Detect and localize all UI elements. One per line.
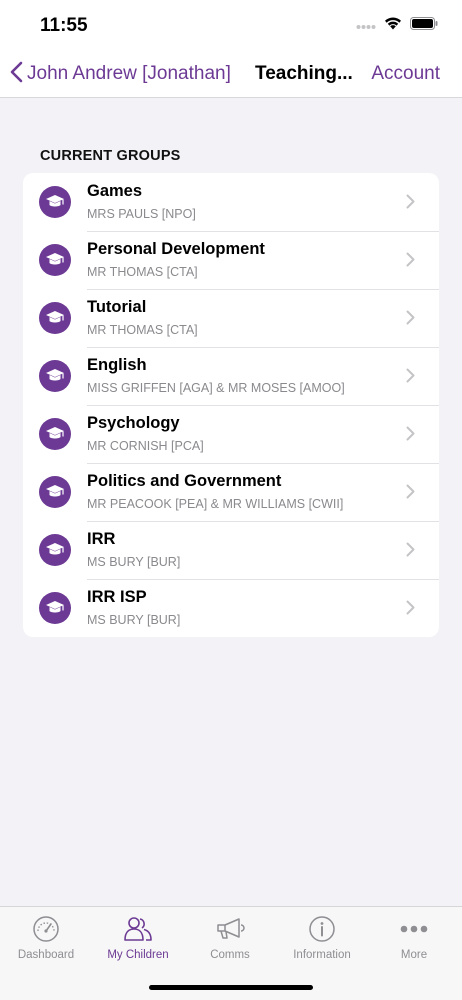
group-teachers: MRS PAULS [NPO] [87, 207, 196, 221]
page-title: Teaching... [255, 63, 353, 84]
group-row[interactable]: Psychology MR CORNISH [PCA] [23, 405, 439, 463]
tab-information[interactable]: Information [276, 915, 368, 971]
graduation-cap-icon [39, 360, 71, 392]
group-row[interactable]: English MISS GRIFFEN [AGA] & MR MOSES [AM… [23, 347, 439, 405]
more-icon [368, 915, 460, 943]
group-row[interactable]: Tutorial MR THOMAS [CTA] [23, 289, 439, 347]
cellular-signal-icon [356, 17, 376, 35]
group-teachers: MISS GRIFFEN [AGA] & MR MOSES [AMOO] [87, 381, 345, 395]
back-button-label: John Andrew [Jonathan] [27, 63, 231, 84]
battery-icon [410, 16, 438, 35]
group-title: Politics and Government [87, 472, 282, 490]
section-header-current-groups: CURRENT GROUPS [40, 148, 181, 164]
group-teachers: MS BURY [BUR] [87, 613, 181, 627]
group-title: Psychology [87, 414, 180, 432]
group-row[interactable]: IRR ISP MS BURY [BUR] [23, 579, 439, 637]
wifi-icon [384, 16, 402, 35]
graduation-cap-icon [39, 418, 71, 450]
speedometer-icon [0, 915, 92, 943]
graduation-cap-icon [39, 592, 71, 624]
group-teachers: MS BURY [BUR] [87, 555, 181, 569]
status-icons [356, 16, 438, 35]
megaphone-icon [184, 915, 276, 943]
group-teachers: MR THOMAS [CTA] [87, 323, 198, 337]
graduation-cap-icon [39, 302, 71, 334]
group-row[interactable]: IRR MS BURY [BUR] [23, 521, 439, 579]
graduation-cap-icon [39, 244, 71, 276]
graduation-cap-icon [39, 476, 71, 508]
tab-comms[interactable]: Comms [184, 915, 276, 971]
navigation-bar: John Andrew [Jonathan] Teaching... Accou… [0, 50, 462, 98]
info-icon [276, 915, 368, 943]
tab-my-children-label: My Children [107, 949, 169, 961]
graduation-cap-icon [39, 534, 71, 566]
group-teachers: MR THOMAS [CTA] [87, 265, 198, 279]
back-button[interactable]: John Andrew [Jonathan] [10, 60, 231, 88]
group-title: Tutorial [87, 298, 147, 316]
group-title: Games [87, 182, 143, 200]
tab-comms-label: Comms [210, 949, 250, 961]
chevron-right-icon [406, 484, 415, 504]
group-teachers: MR PEACOOK [PEA] & MR WILLIAMS [CWII] [87, 497, 344, 511]
group-title: English [87, 356, 147, 374]
chevron-left-icon [10, 61, 23, 88]
status-time: 11:55 [40, 15, 88, 36]
chevron-right-icon [406, 194, 415, 214]
group-title: IRR [87, 530, 116, 548]
chevron-right-icon [406, 252, 415, 272]
people-icon [92, 915, 184, 943]
chevron-right-icon [406, 310, 415, 330]
graduation-cap-icon [39, 186, 71, 218]
account-button[interactable]: Account [371, 63, 440, 85]
tab-information-label: Information [293, 949, 351, 961]
group-row[interactable]: Personal Development MR THOMAS [CTA] [23, 231, 439, 289]
chevron-right-icon [406, 600, 415, 620]
status-bar: 11:55 [0, 0, 462, 50]
chevron-right-icon [406, 542, 415, 562]
group-title: Personal Development [87, 240, 265, 258]
group-row[interactable]: Politics and Government MR PEACOOK [PEA] … [23, 463, 439, 521]
tab-more[interactable]: More [368, 915, 460, 971]
home-indicator [149, 985, 313, 990]
tab-more-label: More [400, 949, 428, 961]
tab-my-children[interactable]: My Children [92, 915, 184, 971]
group-teachers: MR CORNISH [PCA] [87, 439, 204, 453]
tab-dashboard-label: Dashboard [17, 949, 75, 961]
chevron-right-icon [406, 368, 415, 388]
group-title: IRR ISP [87, 588, 147, 606]
tab-dashboard[interactable]: Dashboard [0, 915, 92, 971]
group-row[interactable]: Games MRS PAULS [NPO] [23, 173, 439, 231]
groups-list: Games MRS PAULS [NPO] Personal Development… [23, 173, 439, 637]
chevron-right-icon [406, 426, 415, 446]
